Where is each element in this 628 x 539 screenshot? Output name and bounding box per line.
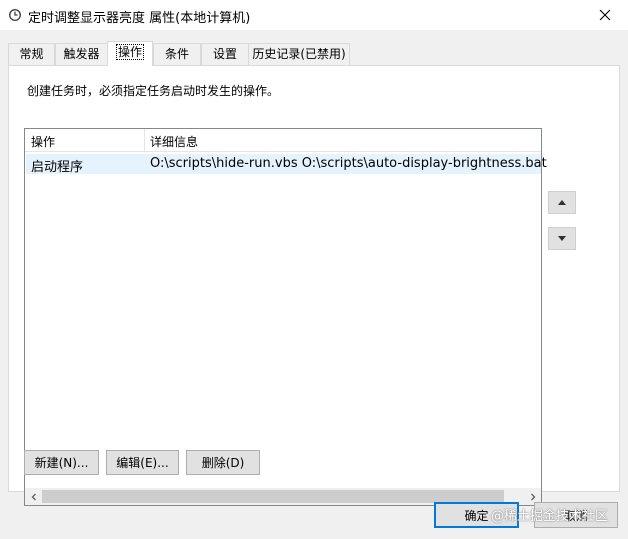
tab-actions[interactable]: 操作 xyxy=(107,41,153,66)
window-title: 定时调整显示器亮度 属性(本地计算机) xyxy=(28,11,251,26)
scroll-left-button[interactable] xyxy=(25,488,42,505)
chevron-right-icon xyxy=(530,493,535,500)
title-bar: 定时调整显示器亮度 属性(本地计算机) xyxy=(0,0,628,30)
chevron-left-icon xyxy=(31,493,36,500)
move-up-button[interactable] xyxy=(548,191,576,214)
column-separator[interactable] xyxy=(144,129,145,151)
tab-history[interactable]: 历史记录(已禁用) xyxy=(248,43,350,65)
table-row[interactable]: 启动程序 O:\scripts\hide-run.vbs O:\scripts\… xyxy=(26,154,547,175)
actions-panel: 创建任务时，必须指定任务启动时发生的操作。 操作 详细信息 启动程序 O:\sc… xyxy=(8,65,620,506)
triangle-down-icon xyxy=(558,236,566,241)
list-header: 操作 详细信息 xyxy=(25,129,541,152)
tab-conditions[interactable]: 条件 xyxy=(153,43,201,65)
row-details: O:\scripts\hide-run.vbs O:\scripts\auto-… xyxy=(150,156,547,171)
clock-icon xyxy=(9,9,21,21)
triangle-up-icon xyxy=(558,200,566,205)
tab-triggers[interactable]: 触发器 xyxy=(55,43,108,65)
new-button[interactable]: 新建(N)... xyxy=(24,450,99,475)
actions-list[interactable]: 操作 详细信息 启动程序 O:\scripts\hide-run.vbs O:\… xyxy=(24,128,547,506)
column-header-details[interactable]: 详细信息 xyxy=(150,133,198,150)
row-action: 启动程序 xyxy=(31,160,84,175)
tab-general[interactable]: 常规 xyxy=(8,43,55,65)
edit-button[interactable]: 编辑(E)... xyxy=(106,450,179,475)
close-button[interactable] xyxy=(582,0,628,30)
column-header-action[interactable]: 操作 xyxy=(31,133,55,150)
watermark-text: @稀土掘金技术社区 xyxy=(491,509,609,524)
tab-settings[interactable]: 设置 xyxy=(201,43,249,65)
close-icon xyxy=(599,9,611,21)
move-down-button[interactable] xyxy=(548,227,576,250)
delete-button[interactable]: 删除(D) xyxy=(186,450,260,475)
panel-description: 创建任务时，必须指定任务启动时发生的操作。 xyxy=(27,84,280,98)
